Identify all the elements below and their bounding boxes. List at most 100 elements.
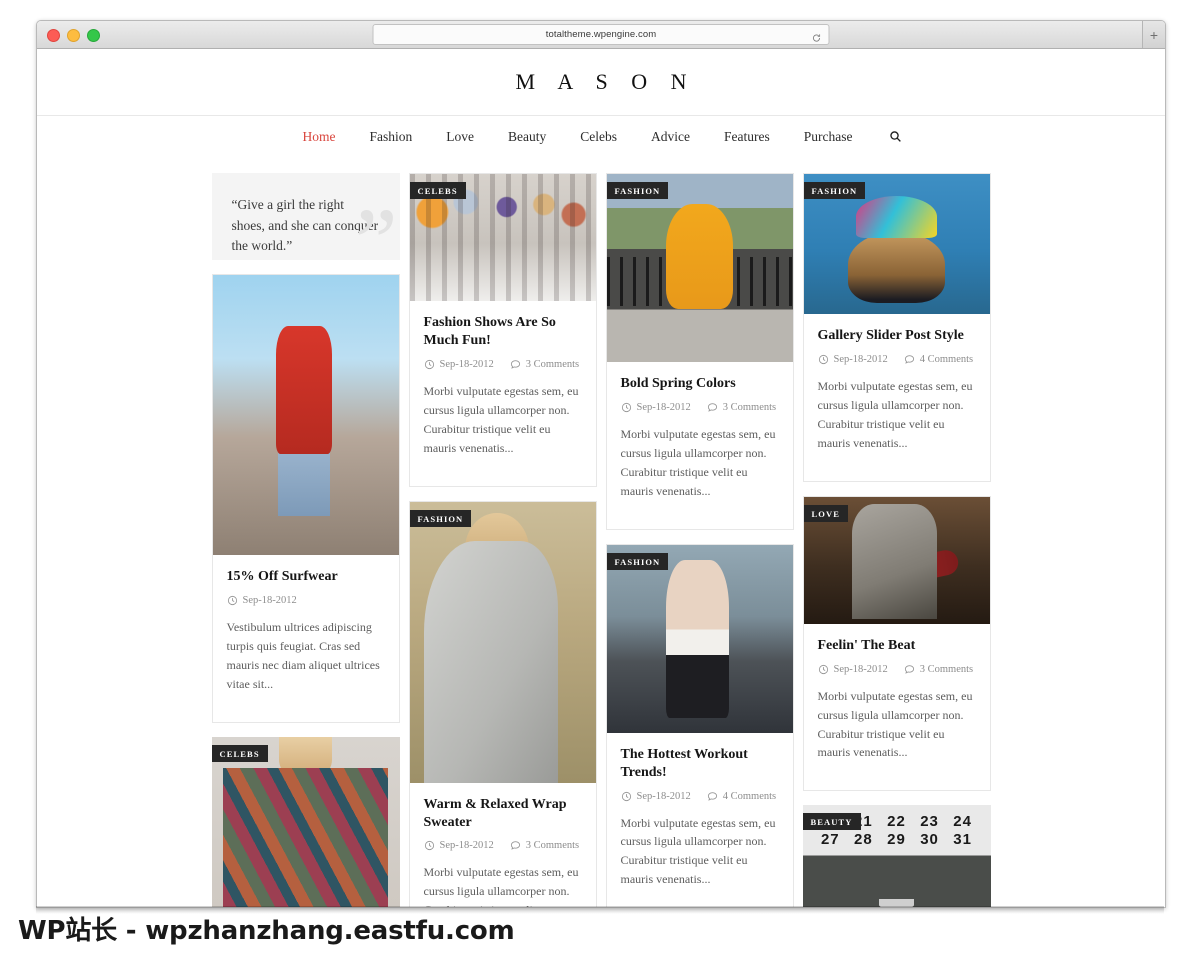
post-date: Sep-18-2012 bbox=[621, 402, 691, 413]
comment-icon bbox=[707, 403, 717, 412]
post-body: Warm & Relaxed Wrap Sweater Sep-18-2012 bbox=[410, 783, 596, 907]
post-thumbnail[interactable]: LOVE bbox=[803, 496, 990, 624]
clock-icon bbox=[621, 791, 631, 801]
post-meta: Sep-18-2012 bbox=[227, 595, 385, 606]
post-card-poncho[interactable]: CELEBS bbox=[211, 737, 400, 907]
minimize-window-button[interactable] bbox=[67, 29, 80, 42]
clock-icon bbox=[424, 841, 434, 851]
post-comments[interactable]: 3 Comments bbox=[904, 664, 973, 675]
category-badge[interactable]: FASHION bbox=[606, 552, 669, 570]
post-thumbnail[interactable]: BEAUTY 20 21 22 23 24 bbox=[802, 805, 991, 907]
post-excerpt: Morbi vulputate egestas sem, eu cursus l… bbox=[423, 383, 579, 455]
category-badge[interactable]: LOVE bbox=[803, 504, 848, 522]
post-thumbnail[interactable]: FASHION bbox=[606, 544, 793, 733]
search-icon[interactable] bbox=[869, 130, 916, 143]
watermark-text: WP站长 - wpzhanzhang.eastfu.com bbox=[18, 916, 515, 946]
post-excerpt: Morbi vulputate egestas sem, eu cursus l… bbox=[620, 815, 776, 887]
post-thumbnail[interactable]: CELEBS bbox=[409, 174, 596, 301]
zoom-window-button[interactable] bbox=[87, 29, 100, 42]
main-navigation: Home Fashion Love Beauty Celebs Advice F… bbox=[37, 115, 1165, 158]
post-comments-text: 3 Comments bbox=[525, 840, 580, 852]
post-title[interactable]: 15% Off Surfwear bbox=[227, 568, 385, 586]
post-image-wrap-sweater bbox=[409, 501, 596, 783]
post-comments-text: 3 Comments bbox=[525, 358, 580, 370]
calendar-number: 30 bbox=[920, 831, 939, 849]
post-date: Sep-18-2012 bbox=[818, 664, 888, 675]
new-tab-button[interactable]: + bbox=[1142, 21, 1165, 48]
nav-item-fashion[interactable]: Fashion bbox=[353, 129, 430, 145]
category-badge[interactable]: CELEBS bbox=[211, 745, 268, 762]
post-comments[interactable]: 3 Comments bbox=[707, 402, 776, 413]
category-badge[interactable]: FASHION bbox=[803, 182, 866, 199]
post-date: Sep-18-2012 bbox=[818, 354, 888, 365]
post-thumbnail[interactable] bbox=[212, 275, 399, 556]
post-meta: Sep-18-2012 3 Comments bbox=[818, 664, 976, 675]
post-thumbnail[interactable]: CELEBS bbox=[211, 737, 400, 907]
post-card-wrap-sweater[interactable]: FASHION Warm & Relaxed Wrap Sweater Sep-… bbox=[408, 500, 597, 907]
post-excerpt: Morbi vulputate egestas sem, eu cursus l… bbox=[423, 865, 579, 907]
window-controls[interactable] bbox=[47, 29, 100, 42]
post-date-text: Sep-18-2012 bbox=[636, 401, 691, 413]
nav-item-celebs[interactable]: Celebs bbox=[563, 129, 634, 145]
post-body: The Hottest Workout Trends! Sep-18-2012 bbox=[607, 733, 793, 907]
clock-icon bbox=[818, 664, 828, 674]
post-date-text: Sep-18-2012 bbox=[242, 595, 297, 607]
screenshot-root: totaltheme.wpengine.com + M A S O N Home… bbox=[0, 0, 1200, 959]
post-comments[interactable]: 3 Comments bbox=[510, 840, 579, 851]
calendar-number: 24 bbox=[953, 813, 972, 831]
hangers-graphic bbox=[825, 861, 968, 907]
post-card-beauty-hangers[interactable]: BEAUTY 20 21 22 23 24 bbox=[802, 805, 991, 907]
nav-item-love[interactable]: Love bbox=[429, 129, 491, 145]
quote-widget: “Give a girl the right shoes, and she ca… bbox=[211, 173, 400, 261]
calendar-number: 27 bbox=[820, 831, 840, 849]
category-badge[interactable]: CELEBS bbox=[409, 182, 466, 199]
category-badge[interactable]: FASHION bbox=[409, 509, 472, 527]
post-title[interactable]: Gallery Slider Post Style bbox=[818, 327, 976, 345]
close-window-button[interactable] bbox=[47, 29, 60, 42]
category-badge[interactable]: BEAUTY bbox=[802, 813, 861, 831]
post-comments-text: 4 Comments bbox=[722, 790, 777, 802]
post-title[interactable]: Feelin' The Beat bbox=[818, 637, 976, 655]
address-bar[interactable]: totaltheme.wpengine.com bbox=[372, 24, 830, 45]
post-excerpt: Morbi vulputate egestas sem, eu cursus l… bbox=[817, 688, 973, 760]
post-meta: Sep-18-2012 4 Comments bbox=[818, 354, 976, 365]
nav-item-features[interactable]: Features bbox=[707, 129, 787, 145]
post-date-text: Sep-18-2012 bbox=[439, 840, 494, 852]
post-thumbnail[interactable]: FASHION bbox=[606, 174, 793, 362]
comment-icon bbox=[510, 360, 520, 369]
post-comments[interactable]: 4 Comments bbox=[707, 791, 776, 802]
nav-item-purchase[interactable]: Purchase bbox=[787, 129, 870, 145]
site-logo[interactable]: M A S O N bbox=[506, 69, 695, 95]
post-thumbnail[interactable]: FASHION bbox=[803, 174, 990, 314]
reload-icon[interactable] bbox=[812, 30, 822, 42]
nav-item-advice[interactable]: Advice bbox=[634, 129, 707, 145]
post-card-feelin-the-beat[interactable]: LOVE Feelin' The Beat Sep-18-2012 3 Comm… bbox=[802, 495, 991, 792]
post-card-fashion-shows[interactable]: CELEBS Fashion Shows Are So Much Fun! Se… bbox=[408, 173, 597, 487]
post-excerpt: Morbi vulputate egestas sem, eu cursus l… bbox=[817, 378, 973, 450]
calendar-number: 31 bbox=[953, 831, 972, 849]
category-badge[interactable]: FASHION bbox=[606, 182, 669, 199]
nav-item-beauty[interactable]: Beauty bbox=[491, 129, 563, 145]
comment-icon bbox=[904, 664, 914, 674]
post-image-poncho bbox=[211, 737, 400, 907]
nav-item-home[interactable]: Home bbox=[286, 129, 353, 145]
post-card-surfwear[interactable]: 15% Off Surfwear Sep-18-2012 Vestibulum … bbox=[211, 274, 400, 723]
post-thumbnail[interactable]: FASHION bbox=[409, 501, 596, 783]
post-comments[interactable]: 4 Comments bbox=[904, 354, 973, 365]
post-title[interactable]: The Hottest Workout Trends! bbox=[621, 746, 779, 782]
page-viewport: M A S O N Home Fashion Love Beauty Celeb… bbox=[37, 49, 1165, 907]
post-title[interactable]: Fashion Shows Are So Much Fun! bbox=[424, 314, 582, 350]
browser-window: totaltheme.wpengine.com + M A S O N Home… bbox=[36, 20, 1166, 908]
post-title[interactable]: Bold Spring Colors bbox=[621, 375, 779, 393]
post-meta: Sep-18-2012 3 Comments bbox=[424, 840, 582, 851]
post-body: 15% Off Surfwear Sep-18-2012 Vestibulum … bbox=[213, 555, 399, 722]
post-card-workout-trends[interactable]: FASHION The Hottest Workout Trends! Sep-… bbox=[605, 543, 794, 907]
post-body: Bold Spring Colors Sep-18-2012 3 Comment… bbox=[607, 362, 793, 529]
post-card-gallery-slider[interactable]: FASHION Gallery Slider Post Style Sep-18… bbox=[802, 173, 991, 482]
post-card-bold-spring[interactable]: FASHION Bold Spring Colors Sep-18-2012 3… bbox=[605, 173, 794, 530]
post-image-workout bbox=[606, 544, 793, 733]
post-comments[interactable]: 3 Comments bbox=[510, 359, 579, 370]
posts-masonry-grid: “Give a girl the right shoes, and she ca… bbox=[37, 157, 1165, 907]
post-date: Sep-18-2012 bbox=[227, 595, 297, 606]
post-title[interactable]: Warm & Relaxed Wrap Sweater bbox=[424, 796, 582, 832]
